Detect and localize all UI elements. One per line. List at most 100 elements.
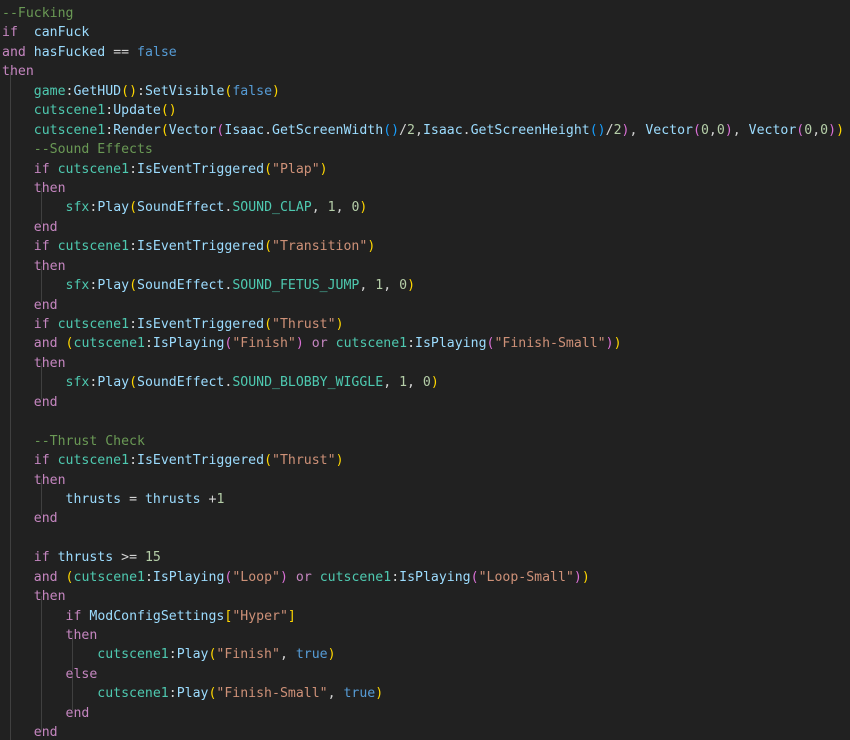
code-line[interactable]: end	[0, 704, 850, 723]
token-string: "Loop-Small"	[478, 569, 574, 585]
code-editor[interactable]: --Fucking if canFuck and hasFucked == fals…	[0, 0, 850, 740]
token-keyword: then	[33, 180, 66, 196]
token-keyword: if	[2, 25, 18, 41]
code-line[interactable]: then	[0, 626, 850, 645]
code-line[interactable]: then	[0, 471, 850, 490]
token-ident: thrusts	[144, 491, 201, 507]
token-method: Play	[97, 200, 130, 216]
token-string: "Plap"	[272, 161, 320, 177]
token-number: 0	[422, 375, 431, 391]
token-br0: )	[335, 453, 344, 469]
token-br0: (	[129, 375, 138, 391]
token-number: 0	[399, 278, 408, 294]
token-method: SetVisible	[144, 83, 225, 99]
code-line[interactable]: and hasFucked == false	[0, 43, 850, 62]
code-line[interactable]: then	[0, 587, 850, 606]
token-keyword: if	[65, 608, 82, 624]
token-keyword: and	[33, 569, 58, 585]
token-object: cutscene1	[319, 569, 392, 585]
code-line[interactable]: if cutscene1:IsEventTriggered("Thrust")	[0, 451, 850, 470]
code-line[interactable]: else	[0, 665, 850, 684]
token-br1: )	[279, 569, 288, 585]
code-line[interactable]: cutscene1:Render(Vector(Isaac.GetScreenW…	[0, 121, 850, 140]
token-method: Vector	[748, 122, 797, 138]
token-br0: (	[121, 83, 130, 99]
token-method: SoundEffect	[137, 200, 225, 216]
code-line[interactable]: cutscene1:Play("Finish", true)	[0, 645, 850, 664]
code-line[interactable]: if canFuck	[0, 23, 850, 42]
code-line[interactable]: --Fucking	[0, 4, 850, 23]
token-number: 15	[144, 550, 161, 566]
token-br1: )	[295, 336, 304, 352]
code-line[interactable]: --Sound Effects	[0, 140, 850, 159]
code-line[interactable]: cutscene1:Update()	[0, 101, 850, 120]
code-line[interactable]: if cutscene1:IsEventTriggered("Thrust")	[0, 315, 850, 334]
code-line[interactable]: if thrusts >= 15	[0, 548, 850, 567]
code-line[interactable]: --Thrust Check	[0, 432, 850, 451]
token-method: IsPlaying	[152, 336, 225, 352]
token-ident: thrusts	[65, 491, 122, 507]
code-line[interactable]: end	[0, 509, 850, 528]
token-plain: :	[137, 83, 145, 99]
token-keyword: end	[33, 394, 58, 410]
code-area[interactable]: --Fucking if canFuck and hasFucked == fals…	[0, 4, 850, 740]
code-line[interactable]: then	[0, 354, 850, 373]
code-line[interactable]: if cutscene1:IsEventTriggered("Transitio…	[0, 237, 850, 256]
token-keyword: end	[33, 511, 58, 527]
code-line[interactable]: thrusts = thrusts +1	[0, 490, 850, 509]
token-keyword: end	[33, 219, 58, 235]
token-object: sfx	[65, 278, 90, 294]
token-op: ==	[113, 44, 130, 60]
code-line[interactable]: end	[0, 723, 850, 740]
token-keyword: else	[65, 666, 98, 682]
code-line[interactable]: then	[0, 257, 850, 276]
token-object: cutscene1	[97, 647, 169, 663]
token-number: 1	[327, 200, 336, 216]
code-line[interactable]: and (cutscene1:IsPlaying("Loop") or cuts…	[0, 568, 850, 587]
token-br2: (	[589, 122, 598, 138]
token-plain: :	[144, 336, 153, 352]
token-method: IsEventTriggered	[137, 161, 265, 177]
code-line[interactable]: sfx:Play(SoundEffect.SOUND_CLAP, 1, 0)	[0, 198, 850, 217]
code-line[interactable]	[0, 529, 850, 548]
token-plain: :	[129, 317, 138, 332]
code-line[interactable]: and (cutscene1:IsPlaying("Finish") or cu…	[0, 334, 850, 353]
token-bool: true	[343, 686, 376, 702]
code-line[interactable]: end	[0, 393, 850, 412]
token-method: Isaac	[224, 122, 265, 138]
token-br1: )	[828, 122, 837, 138]
code-line[interactable]: sfx:Play(SoundEffect.SOUND_FETUS_JUMP, 1…	[0, 276, 850, 295]
code-line[interactable]: then	[0, 62, 850, 81]
token-op: >=	[121, 550, 138, 566]
token-br0: (	[160, 103, 169, 119]
token-object: sfx	[65, 200, 90, 216]
code-line[interactable]: cutscene1:Play("Finish-Small", true)	[0, 684, 850, 703]
code-line[interactable]: game:GetHUD():SetVisible(false)	[0, 82, 850, 101]
code-line[interactable]	[0, 412, 850, 431]
code-line[interactable]: end	[0, 218, 850, 237]
token-method: IsPlaying	[415, 336, 487, 352]
code-line[interactable]: if ModConfigSettings["Hyper"]	[0, 607, 850, 626]
code-line[interactable]: sfx:Play(SoundEffect.SOUND_BLOBBY_WIGGLE…	[0, 373, 850, 392]
token-br0: )	[272, 83, 280, 99]
code-line[interactable]: then	[0, 179, 850, 198]
code-line[interactable]: if cutscene1:IsEventTriggered("Plap")	[0, 160, 850, 179]
token-keyword: or	[311, 336, 328, 352]
token-plain: :	[105, 122, 114, 138]
token-plain: :	[168, 647, 177, 663]
token-string: "Thrust"	[272, 453, 336, 469]
token-br0: (	[160, 122, 169, 138]
code-line[interactable]: end	[0, 296, 850, 315]
